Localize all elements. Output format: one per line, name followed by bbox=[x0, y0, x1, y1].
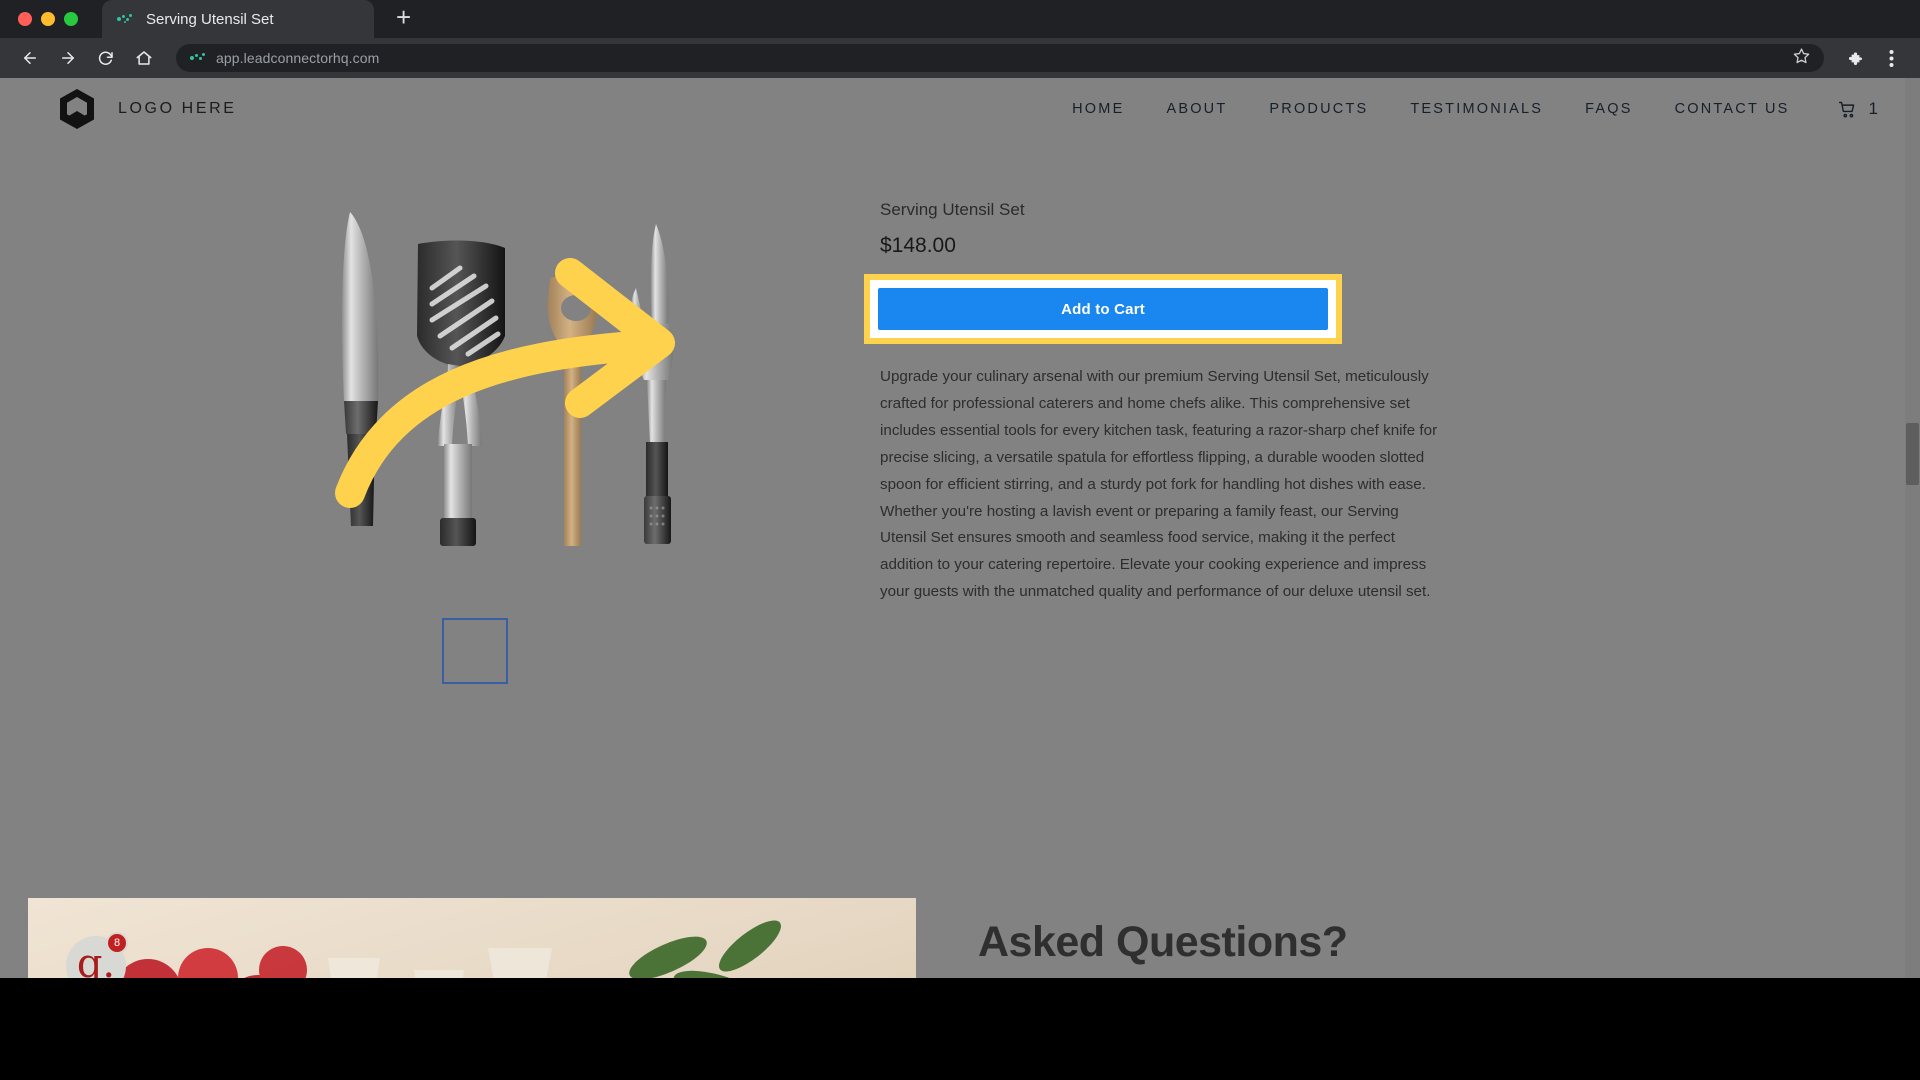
url-text: app.leadconnectorhq.com bbox=[216, 50, 380, 66]
nav-item-faqs[interactable]: FAQS bbox=[1564, 101, 1653, 117]
home-icon[interactable] bbox=[128, 42, 160, 74]
shopping-cart-icon bbox=[1838, 101, 1854, 117]
browser-tab[interactable]: Serving Utensil Set bbox=[102, 0, 374, 38]
three-dot-menu-icon[interactable] bbox=[1876, 43, 1906, 73]
site-favicon-icon bbox=[190, 50, 206, 66]
product-thumbnail[interactable] bbox=[442, 618, 508, 684]
notification-count-badge: 8 bbox=[106, 932, 128, 954]
nav-item-testimonials[interactable]: TESTIMONIALS bbox=[1389, 101, 1564, 117]
faq-heading: Asked Questions? bbox=[978, 918, 1348, 966]
nav-item-about[interactable]: ABOUT bbox=[1145, 101, 1248, 117]
browser-window: Serving Utensil Set + app.leadconnectorh… bbox=[0, 0, 1920, 1080]
puzzle-piece-icon[interactable] bbox=[1840, 43, 1870, 73]
logo-text: LOGO HERE bbox=[118, 100, 237, 117]
window-traffic-lights bbox=[0, 12, 94, 38]
bookmark-star-icon[interactable] bbox=[1793, 47, 1810, 69]
scrollbar-thumb[interactable] bbox=[1906, 423, 1919, 485]
site-header: LOGO HERE HOME ABOUT PRODUCTS TESTIMONIA… bbox=[0, 78, 1920, 140]
back-arrow-icon[interactable] bbox=[14, 42, 46, 74]
address-bar[interactable]: app.leadconnectorhq.com bbox=[176, 44, 1824, 72]
product-details: Serving Utensil Set $148.00 Add to Cart … bbox=[864, 196, 1480, 684]
page-scrollbar[interactable] bbox=[1905, 78, 1920, 1018]
reload-icon[interactable] bbox=[90, 42, 122, 74]
hexagon-logo-icon bbox=[58, 88, 96, 130]
product-section: Serving Utensil Set $148.00 Add to Cart … bbox=[0, 140, 1920, 684]
nav-item-home[interactable]: HOME bbox=[1051, 101, 1145, 117]
new-tab-button[interactable]: + bbox=[396, 4, 411, 30]
product-title: Serving Utensil Set bbox=[880, 200, 1025, 219]
close-window-button[interactable] bbox=[18, 12, 32, 26]
add-to-cart-button[interactable]: Add to Cart bbox=[878, 288, 1328, 330]
site-navigation: HOME ABOUT PRODUCTS TESTIMONIALS FAQS CO… bbox=[1051, 99, 1878, 120]
nav-item-contact-us[interactable]: CONTACT US bbox=[1654, 101, 1811, 117]
add-to-cart-highlight: Add to Cart bbox=[864, 274, 1342, 344]
cart-count: 1 bbox=[1868, 99, 1878, 118]
minimize-window-button[interactable] bbox=[41, 12, 55, 26]
product-price: $148.00 bbox=[880, 234, 956, 257]
site-logo[interactable]: LOGO HERE bbox=[58, 88, 237, 130]
product-thumbnail-list bbox=[442, 618, 880, 684]
page-viewport: LOGO HERE HOME ABOUT PRODUCTS TESTIMONIA… bbox=[0, 78, 1920, 1018]
forward-arrow-icon[interactable] bbox=[52, 42, 84, 74]
dots-favicon-icon bbox=[116, 10, 134, 28]
maximize-window-button[interactable] bbox=[64, 12, 78, 26]
product-description: Upgrade your culinary arsenal with our p… bbox=[880, 368, 1438, 601]
browser-toolbar: app.leadconnectorhq.com bbox=[0, 38, 1920, 78]
screen-letterbox bbox=[0, 978, 1920, 1080]
product-gallery bbox=[0, 196, 880, 684]
cart-button[interactable]: 1 bbox=[1811, 99, 1878, 120]
browser-tab-title: Serving Utensil Set bbox=[146, 10, 274, 28]
product-hero-image[interactable] bbox=[300, 196, 720, 596]
browser-tab-strip: Serving Utensil Set + bbox=[0, 0, 1920, 38]
nav-item-products[interactable]: PRODUCTS bbox=[1248, 101, 1389, 117]
